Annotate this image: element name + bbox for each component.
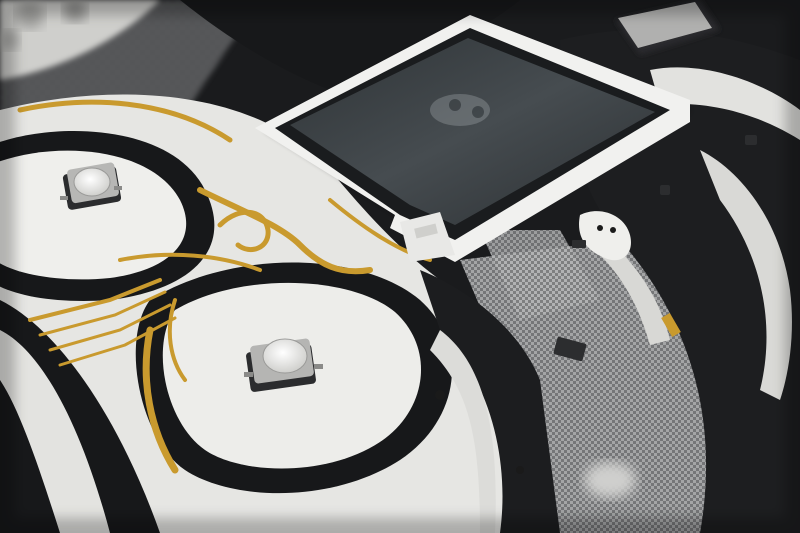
photo-scene bbox=[0, 0, 800, 533]
pcb-illustration bbox=[0, 0, 800, 533]
